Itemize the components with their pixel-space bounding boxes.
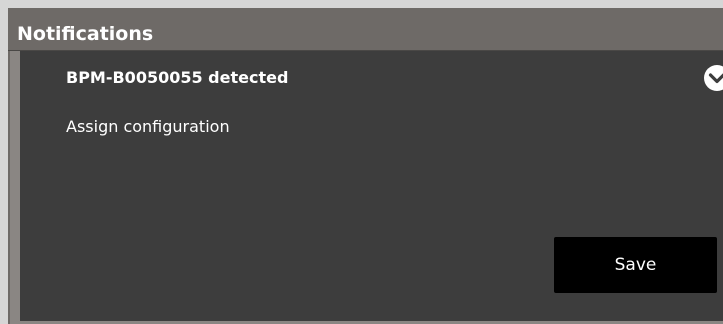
notifications-list: BPM-B0050055 detected Assign configurati… (10, 51, 723, 324)
panel-title: Notifications (17, 23, 154, 45)
notification-card: BPM-B0050055 detected Assign configurati… (20, 51, 723, 321)
panel-header: Notifications (8, 8, 723, 51)
notification-title: BPM-B0050055 detected (66, 68, 289, 87)
notifications-panel: Notifications BPM-B0050055 detected Assi… (8, 8, 723, 324)
notification-message: Assign configuration (66, 117, 230, 136)
save-button[interactable]: Save (554, 237, 717, 293)
chevron-down-icon[interactable] (703, 64, 723, 92)
